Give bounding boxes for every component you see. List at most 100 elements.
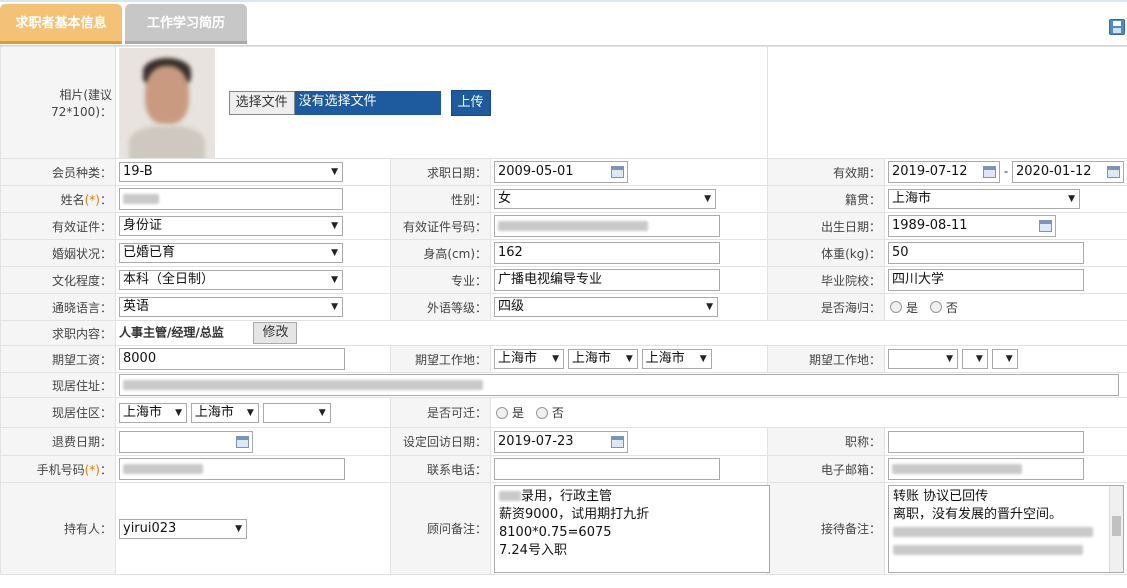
overseas-yes-radio[interactable] xyxy=(890,301,902,313)
tab-work-history[interactable]: 工作学习简历 xyxy=(125,4,247,44)
overseas-no-radio[interactable] xyxy=(929,301,942,313)
school-input[interactable]: 四川大学 xyxy=(888,269,1084,291)
revisit-date-label: 设定回访日期： xyxy=(390,427,491,456)
relocate-no-label: 否 xyxy=(551,406,564,420)
weight-input[interactable]: 50 xyxy=(888,242,1084,264)
district-label: 现居住区： xyxy=(0,397,116,428)
work-place-2-label: 期望工作地： xyxy=(767,345,885,373)
validity-from-input[interactable]: 2019-07-12 xyxy=(888,161,1000,183)
education-select[interactable]: 本科（全日制） ▼ xyxy=(119,270,343,290)
reception-note-line: 离职，没有发展的晋升空间。 xyxy=(893,506,1063,522)
advisor-note-line: 8100*0.75=6075 xyxy=(499,524,612,540)
member-type-select[interactable]: 19-B ▼ xyxy=(119,162,343,182)
chevron-down-icon: ▼ xyxy=(318,407,326,418)
work-place-province-select[interactable]: 上海市 ▼ xyxy=(494,349,564,369)
tab-basic-info[interactable]: 求职者基本信息 xyxy=(0,4,122,44)
reception-note-line: 转账 协议已回传 xyxy=(893,488,989,504)
apply-date-input[interactable]: 2009-05-01 xyxy=(494,161,628,183)
job-content-label: 求职内容： xyxy=(0,320,116,346)
gender-label: 性别： xyxy=(390,185,491,213)
holder-label: 持有人： xyxy=(0,482,116,575)
chevron-down-icon: ▼ xyxy=(1005,354,1013,364)
email-input[interactable] xyxy=(888,458,1084,480)
school-label: 毕业院校： xyxy=(767,266,885,294)
calendar-icon xyxy=(611,435,624,448)
calendar-icon xyxy=(1107,166,1120,178)
overseas-label: 是否海归： xyxy=(767,293,885,321)
photo-cell: 选择文件 没有选择文件 上传 xyxy=(115,46,768,159)
relocate-label: 是否可迁： xyxy=(390,397,491,428)
phone-label: 联系电话： xyxy=(390,455,491,483)
district-city-select[interactable]: 上海市 ▼ xyxy=(190,402,259,423)
district-province-select[interactable]: 上海市 ▼ xyxy=(119,402,187,423)
birth-date-input[interactable]: 1989-08-11 xyxy=(888,215,1056,237)
chevron-down-icon: ▼ xyxy=(246,407,254,418)
reception-note-label: 接待备注： xyxy=(767,482,885,575)
height-input[interactable]: 162 xyxy=(494,242,720,264)
scrollbar[interactable] xyxy=(1109,485,1123,572)
address-input[interactable] xyxy=(119,374,1119,396)
id-number-label: 有效证件号码： xyxy=(390,212,491,240)
calendar-icon xyxy=(1039,220,1052,232)
district-area-select[interactable]: ▼ xyxy=(262,402,331,423)
height-label: 身高(cm)： xyxy=(390,239,491,267)
applicant-form: 相片(建议72*100)： 选择文件 没有选择文件 上传 会员种类： 19-B ▼ … xyxy=(0,46,1127,575)
chevron-down-icon: ▼ xyxy=(331,275,338,285)
weight-label: 体重(kg)： xyxy=(767,239,885,267)
education-label: 文化程度： xyxy=(0,266,116,294)
lang-level-select[interactable]: 四级 ▼ xyxy=(494,297,718,317)
title-label: 职称： xyxy=(767,427,885,456)
name-label: 姓名(*)： xyxy=(0,185,116,213)
advisor-note-line: 录用，行政主管 xyxy=(521,488,613,504)
work-place-2-city-select[interactable]: ▼ xyxy=(961,349,988,369)
choose-file-button[interactable]: 选择文件 xyxy=(228,90,295,115)
save-icon[interactable] xyxy=(1109,19,1125,35)
relocate-no-radio[interactable] xyxy=(535,406,548,419)
file-status: 没有选择文件 xyxy=(294,90,441,115)
marital-label: 婚姻状况： xyxy=(0,239,116,267)
chevron-down-icon: ▼ xyxy=(331,221,338,231)
id-number-input[interactable] xyxy=(494,215,720,237)
work-place-2-district-select[interactable]: ▼ xyxy=(991,349,1018,369)
apply-date-label: 求职日期： xyxy=(390,158,491,186)
advisor-note-label: 顾问备注： xyxy=(390,482,491,575)
mobile-input[interactable] xyxy=(119,458,345,480)
name-input[interactable] xyxy=(119,188,343,210)
language-label: 通晓语言： xyxy=(0,293,116,321)
holder-select[interactable]: yirui023 ▼ xyxy=(119,518,247,539)
revisit-date-input[interactable]: 2019-07-23 xyxy=(494,430,628,453)
major-input[interactable]: 广播电视编导专业 xyxy=(494,269,720,291)
edit-job-content-button[interactable]: 修改 xyxy=(253,322,298,344)
email-label: 电子邮箱： xyxy=(767,455,885,483)
language-select[interactable]: 英语 ▼ xyxy=(119,297,343,317)
phone-input[interactable] xyxy=(494,458,720,480)
upload-button[interactable]: 上传 xyxy=(450,89,491,116)
salary-input[interactable]: 8000 xyxy=(119,348,345,370)
refund-date-input[interactable] xyxy=(119,430,253,453)
major-label: 专业： xyxy=(390,266,491,294)
gender-select[interactable]: 女 ▼ xyxy=(494,189,716,209)
work-place-district-select[interactable]: 上海市 ▼ xyxy=(641,349,712,369)
lang-level-label: 外语等级： xyxy=(390,293,491,321)
chevron-down-icon: ▼ xyxy=(704,194,711,204)
chevron-down-icon: ▼ xyxy=(331,167,338,177)
chevron-down-icon: ▼ xyxy=(1068,194,1075,204)
tab-label: 工作学习简历 xyxy=(146,16,225,31)
validity-to-input[interactable]: 2020-01-12 xyxy=(1012,161,1124,183)
calendar-icon xyxy=(983,166,996,178)
address-label: 现居住址： xyxy=(0,372,116,398)
reception-note-textarea[interactable]: 转账 协议已回传 离职，没有发展的晋升空间。 xyxy=(888,484,1124,573)
overseas-yes-label: 是 xyxy=(906,300,919,315)
advisor-note-line: 薪资9000，试用期打九折 xyxy=(499,506,650,522)
tab-label: 求职者基本信息 xyxy=(15,16,107,31)
advisor-note-textarea[interactable]: 录用，行政主管 薪资9000，试用期打九折 8100*0.75=6075 7.2… xyxy=(494,484,770,573)
id-type-select[interactable]: 身份证 ▼ xyxy=(119,216,343,236)
marital-select[interactable]: 已婚已育 ▼ xyxy=(119,243,343,263)
work-place-city-select[interactable]: 上海市 ▼ xyxy=(567,349,638,369)
work-place-2-province-select[interactable]: ▼ xyxy=(888,349,958,369)
native-select[interactable]: 上海市 ▼ xyxy=(888,189,1080,209)
title-input[interactable] xyxy=(888,430,1084,453)
job-content-value: 人事主管/经理/总监 xyxy=(119,325,224,340)
relocate-yes-radio[interactable] xyxy=(496,406,508,419)
chevron-down-icon: ▼ xyxy=(946,354,953,364)
